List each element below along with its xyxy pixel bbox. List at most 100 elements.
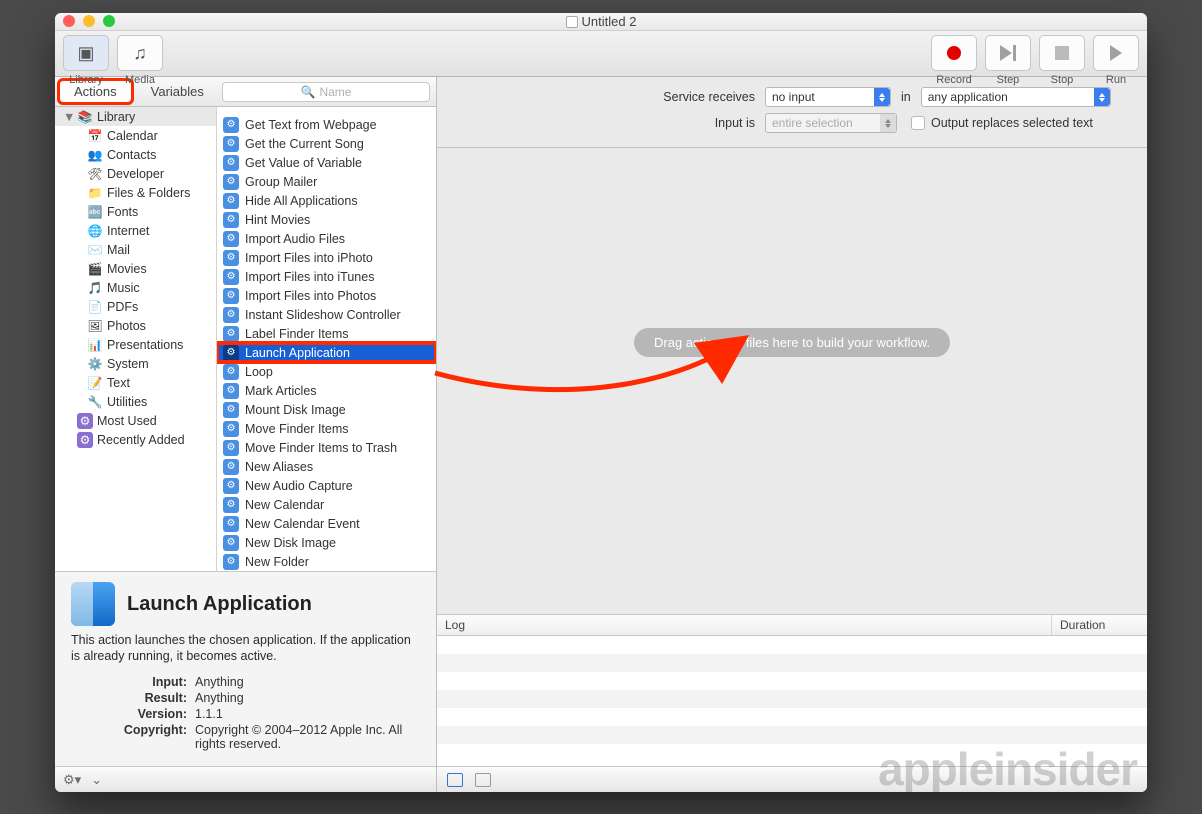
category-item[interactable]: 🎬Movies [55,259,216,278]
action-item[interactable]: ⚙Launch Application [217,343,436,362]
library-panel: Actions Variables 🔍 Name ▼ 📚 Library [55,77,437,792]
log-body[interactable] [437,636,1147,766]
run-button[interactable]: Run [1093,35,1139,71]
action-item[interactable]: ⚙Label Finder Items [217,324,436,343]
action-icon: ⚙ [223,459,239,475]
category-icon: 🎬 [87,261,103,277]
action-item[interactable]: ⚙Import Audio Files [217,229,436,248]
category-item[interactable]: 📁Files & Folders [55,183,216,202]
smart-folder-icon: ⚙ [77,432,93,448]
category-item[interactable]: 🛠Developer [55,164,216,183]
record-button[interactable]: Record [931,35,977,71]
titlebar: Untitled 2 [55,13,1147,31]
category-item[interactable]: ✉️Mail [55,240,216,259]
category-icon: 🎵 [87,280,103,296]
action-item[interactable]: ⚙Hint Movies [217,210,436,229]
action-icon: ⚙ [223,307,239,323]
action-icon: ⚙ [223,516,239,532]
step-button[interactable]: Step [985,35,1031,71]
info-title: Launch Application [127,593,312,616]
action-item[interactable]: ⚙Get the Current Song [217,134,436,153]
category-smart-item[interactable]: ⚙Recently Added [55,430,216,449]
action-item[interactable]: ⚙Instant Slideshow Controller [217,305,436,324]
stop-icon [1055,46,1069,60]
category-icon: 🔤 [87,204,103,220]
category-item[interactable]: 🔧Utilities [55,392,216,411]
media-toggle-button[interactable]: ♫ Media [117,35,163,71]
category-item[interactable]: 🖼Photos [55,316,216,335]
window-title: Untitled 2 [55,14,1147,29]
action-item[interactable]: ⚙Move Finder Items [217,419,436,438]
action-item[interactable]: ⚙Get Value of Variable [217,153,436,172]
action-icon: ⚙ [223,212,239,228]
category-icon: 🛠 [87,166,103,182]
action-item[interactable]: ⚙Move Finder Items to Trash [217,438,436,457]
action-item[interactable]: ⚙Get Text from Webpage [217,115,436,134]
action-item[interactable]: ⚙Import Files into Photos [217,286,436,305]
workflow-panel: Service receives no input in any applica… [437,77,1147,792]
close-window-button[interactable] [63,15,75,27]
action-icon: ⚙ [223,535,239,551]
zoom-window-button[interactable] [103,15,115,27]
action-item[interactable] [217,107,436,115]
category-icon: 👥 [87,147,103,163]
action-icon: ⚙ [223,478,239,494]
disclosure-triangle-icon[interactable]: ▼ [63,110,73,124]
category-icon: 🌐 [87,223,103,239]
checkbox-output-replaces[interactable] [911,116,925,130]
action-item[interactable]: ⚙Group Mailer [217,172,436,191]
action-item[interactable]: ⚙New Disk Image [217,533,436,552]
library-toggle-button[interactable]: ▣ Library [63,35,109,71]
select-service-receives[interactable]: no input [765,87,891,107]
category-library[interactable]: ▼ 📚 Library [55,107,216,126]
category-smart-item[interactable]: ⚙Most Used [55,411,216,430]
action-item[interactable]: ⚙New Aliases [217,457,436,476]
action-item[interactable]: ⚙New Audio Capture [217,476,436,495]
category-item[interactable]: 👥Contacts [55,145,216,164]
category-item[interactable]: 🎵Music [55,278,216,297]
action-list[interactable]: ⚙Get Text from Webpage⚙Get the Current S… [217,107,436,571]
stop-button[interactable]: Stop [1039,35,1085,71]
label-input-is: Input is [455,116,755,130]
view-list-icon[interactable] [447,773,463,787]
action-item[interactable]: ⚙Loop [217,362,436,381]
action-icon: ⚙ [223,383,239,399]
category-icon: 📁 [87,185,103,201]
action-item[interactable]: ⚙Import Files into iTunes [217,267,436,286]
category-item[interactable]: ⚙️System [55,354,216,373]
search-input[interactable]: 🔍 Name [222,82,430,102]
category-item[interactable]: 📄PDFs [55,297,216,316]
action-item[interactable]: ⚙New Calendar Event [217,514,436,533]
view-grid-icon[interactable] [475,773,491,787]
action-item[interactable]: ⚙Hide All Applications [217,191,436,210]
category-item[interactable]: 📝Text [55,373,216,392]
action-item[interactable]: ⚙New Calendar [217,495,436,514]
category-item[interactable]: 📊Presentations [55,335,216,354]
action-icon: ⚙ [223,497,239,513]
gear-menu-icon[interactable]: ⚙︎▾ [63,772,81,788]
workflow-canvas[interactable]: Drag actions or files here to build your… [437,148,1147,614]
select-application[interactable]: any application [921,87,1111,107]
category-icon: 🖼 [87,318,103,334]
action-item[interactable]: ⚙Mark Articles [217,381,436,400]
category-item[interactable]: 🔤Fonts [55,202,216,221]
action-item[interactable]: ⚙Mount Disk Image [217,400,436,419]
minimize-window-button[interactable] [83,15,95,27]
action-item[interactable]: ⚙Import Files into iPhoto [217,248,436,267]
category-icon: 📝 [87,375,103,391]
category-item[interactable]: 🌐Internet [55,221,216,240]
action-icon: ⚙ [223,421,239,437]
finder-icon [71,582,115,626]
action-icon: ⚙ [223,364,239,380]
category-icon: ✉️ [87,242,103,258]
action-info-pane: Launch Application This action launches … [55,571,436,766]
category-icon: 📅 [87,128,103,144]
action-item[interactable]: ⚙New Folder [217,552,436,571]
expand-icon[interactable]: ⌄ [91,772,102,788]
category-icon: ⚙️ [87,356,103,372]
workflow-footer [437,766,1147,792]
category-icon: 🔧 [87,394,103,410]
run-icon [1110,45,1122,61]
category-list[interactable]: ▼ 📚 Library 📅Calendar👥Contacts🛠Developer… [55,107,217,571]
category-item[interactable]: 📅Calendar [55,126,216,145]
